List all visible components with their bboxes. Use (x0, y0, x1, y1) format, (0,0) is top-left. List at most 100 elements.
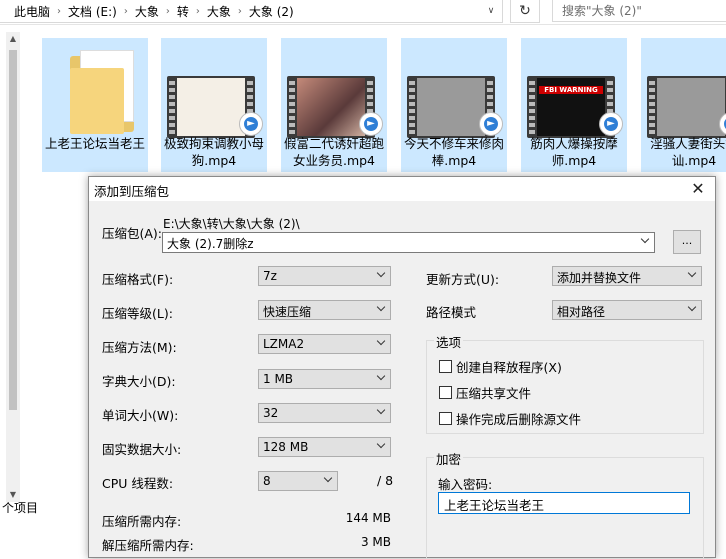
breadcrumb-folder-2[interactable]: 转 (173, 3, 193, 20)
shared-checkbox[interactable]: 压缩共享文件 (439, 383, 531, 402)
cpu-max: / 8 (377, 473, 394, 488)
browse-button[interactable]: ... (673, 230, 701, 254)
file-item-video[interactable]: ► 极致拘束调教小母狗.mp4 (161, 38, 267, 172)
chevron-right-icon: › (123, 5, 128, 17)
scroll-up-icon[interactable]: ▲ (6, 32, 20, 46)
checkbox-icon[interactable] (439, 360, 452, 373)
chevron-down-icon (377, 407, 386, 416)
archive-name-input[interactable]: 大象 (2).7删除z (162, 232, 655, 253)
video-thumbnail (647, 76, 726, 138)
delete-checkbox[interactable]: 操作完成后删除源文件 (439, 409, 581, 428)
pathmode-value: 相对路径 (557, 305, 606, 319)
pathmode-label: 路径模式 (426, 305, 477, 320)
format-select[interactable]: 7z (258, 266, 391, 286)
solid-label: 固实数据大小: (102, 442, 182, 457)
level-label: 压缩等级(L): (102, 306, 173, 321)
archive-name-value: 大象 (2).7删除z (167, 237, 254, 251)
file-name: 上老王论坛当老王 (44, 136, 145, 151)
password-input[interactable]: 上老王论坛当老王 (438, 492, 690, 514)
archive-path: E:\大象\转\大象\大象 (2)\ (163, 217, 300, 231)
file-item-video[interactable]: ► 假富二代诱奸超跑女业务员.mp4 (281, 38, 387, 172)
sfx-checkbox[interactable]: 创建自释放程序(X) (439, 357, 562, 376)
format-value: 7z (263, 269, 277, 283)
update-value: 添加并替换文件 (557, 271, 642, 285)
cpu-select[interactable]: 8 (258, 471, 338, 491)
chevron-right-icon: › (195, 5, 200, 17)
breadcrumb[interactable]: 此电脑 › 文档 (E:) › 大象 › 转 › 大象 › 大象 (2) (0, 0, 503, 23)
sfx-label: 创建自释放程序(X) (456, 360, 562, 375)
word-select[interactable]: 32 (258, 403, 391, 423)
file-name: 假富二代诱奸超跑女业务员.mp4 (283, 136, 384, 168)
nav-pane-scrollbar[interactable]: ▲ ▼ (6, 32, 20, 502)
history-dropdown-icon[interactable]: ∨ (481, 2, 501, 20)
file-name: 极致拘束调教小母狗.mp4 (163, 136, 264, 168)
archive-label: 压缩包(A): (102, 226, 163, 241)
options-title: 选项 (434, 332, 464, 351)
chevron-down-icon (377, 441, 386, 450)
breadcrumb-drive-e[interactable]: 文档 (E:) (64, 3, 121, 20)
file-name: 筋肉人爆操按摩师.mp4 (530, 136, 618, 168)
status-bar-item-count: 个项目 (2, 501, 39, 515)
file-name: 淫骚人妻街头搭讪.mp4 (650, 136, 726, 168)
chevron-down-icon (324, 475, 333, 484)
dict-label: 字典大小(D): (102, 374, 176, 389)
media-player-badge-icon: ► (599, 112, 623, 136)
mem-comp-label: 压缩所需内存: (102, 514, 182, 529)
dict-select[interactable]: 1 MB (258, 369, 391, 389)
mem-decomp-value: 3 MB (360, 535, 391, 549)
file-item-video[interactable]: ► 淫骚人妻街头搭讪.mp4 (641, 38, 726, 172)
cpu-value: 8 (263, 474, 271, 488)
breadcrumb-folder-3[interactable]: 大象 (203, 3, 235, 20)
file-name: 今天不修车来修肉棒.mp4 (403, 136, 504, 168)
address-bar: 此电脑 › 文档 (E:) › 大象 › 转 › 大象 › 大象 (2) ∨ ↻… (0, 0, 726, 25)
close-icon[interactable]: ✕ (687, 178, 709, 200)
dict-value: 1 MB (263, 372, 294, 386)
word-label: 单词大小(W): (102, 408, 179, 423)
scrollbar-thumb[interactable] (9, 50, 17, 410)
file-item-video[interactable]: FBI WARNING ► 筋肉人爆操按摩师.mp4 (521, 38, 627, 172)
dialog-title: 添加到压缩包 (94, 184, 170, 199)
media-player-badge-icon: ► (479, 112, 503, 136)
method-value: LZMA2 (263, 337, 305, 351)
level-select[interactable]: 快速压缩 (258, 300, 391, 320)
breadcrumb-folder-1[interactable]: 大象 (131, 3, 163, 20)
checkbox-icon[interactable] (439, 412, 452, 425)
chevron-right-icon: › (57, 5, 62, 17)
format-label: 压缩格式(F): (102, 272, 174, 287)
dialog-titlebar: 添加到压缩包 ✕ (89, 177, 715, 201)
breadcrumb-this-pc[interactable]: 此电脑 (0, 3, 54, 20)
solid-value: 128 MB (263, 440, 309, 454)
mem-decomp-label: 解压缩所需内存: (102, 538, 194, 553)
mem-comp-value: 144 MB (345, 511, 391, 525)
encryption-title: 加密 (434, 449, 464, 468)
password-label: 输入密码: (438, 477, 493, 492)
chevron-down-icon (688, 304, 697, 313)
breadcrumb-folder-current[interactable]: 大象 (2) (245, 3, 298, 20)
chevron-down-icon (377, 304, 386, 313)
cpu-label: CPU 线程数: (102, 476, 174, 491)
search-input[interactable]: 搜索"大象 (2)" (552, 0, 726, 22)
chevron-down-icon (688, 270, 697, 279)
method-select[interactable]: LZMA2 (258, 334, 391, 354)
word-value: 32 (263, 406, 279, 420)
update-select[interactable]: 添加并替换文件 (552, 266, 702, 286)
chevron-down-icon (377, 373, 386, 382)
file-item-folder[interactable]: 上老王论坛当老王 (42, 38, 148, 172)
media-player-badge-icon: ► (239, 112, 263, 136)
fbi-warning-text: FBI WARNING (539, 86, 603, 94)
refresh-icon[interactable]: ↻ (510, 0, 540, 23)
folder-icon (50, 46, 140, 136)
level-value: 快速压缩 (263, 305, 312, 319)
chevron-down-icon[interactable] (641, 236, 650, 245)
update-label: 更新方式(U): (426, 272, 500, 287)
method-label: 压缩方法(M): (102, 340, 177, 355)
shared-label: 压缩共享文件 (456, 386, 532, 401)
chevron-right-icon: › (237, 5, 242, 17)
media-player-badge-icon: ► (359, 112, 383, 136)
chevron-down-icon (377, 270, 386, 279)
solid-select[interactable]: 128 MB (258, 437, 391, 457)
file-item-video[interactable]: ► 今天不修车来修肉棒.mp4 (401, 38, 507, 172)
chevron-down-icon (377, 338, 386, 347)
pathmode-select[interactable]: 相对路径 (552, 300, 702, 320)
checkbox-icon[interactable] (439, 386, 452, 399)
